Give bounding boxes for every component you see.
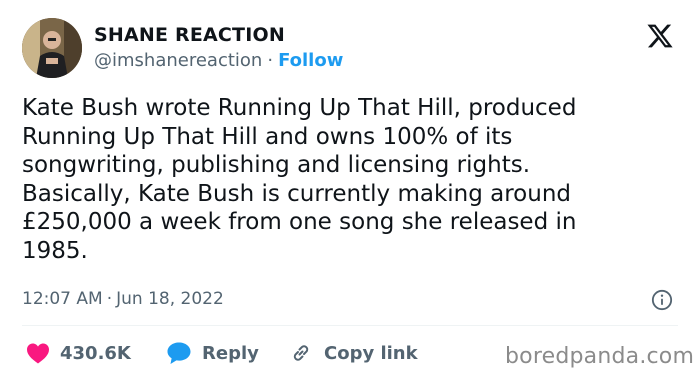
timestamp-separator: · [106,289,113,309]
watermark: boredpanda.com [505,344,695,369]
like-button[interactable]: 430.6K [26,340,131,366]
tweet-text: Kate Bush wrote Running Up That Hill, pr… [22,95,577,264]
author-handle[interactable]: @imshanereaction [94,50,262,71]
heart-icon [27,343,49,364]
tweet-date: Jun 18, 2022 [116,289,224,309]
avatar[interactable] [22,18,82,78]
info-icon[interactable] [651,289,673,311]
reply-button[interactable]: Reply [166,340,259,366]
like-count: 430.6K [60,342,131,364]
copy-link-label: Copy link [324,342,418,364]
copy-link-button[interactable]: Copy link [288,340,418,366]
speech-bubble-icon [167,342,191,364]
display-name[interactable]: SHANE REACTION [94,24,285,46]
tweet-card: SHANE REACTION @imshanereaction · Follow K… [0,0,700,380]
tweet-timestamp[interactable]: 12:07 AM · Jun 18, 2022 [22,289,224,309]
divider [22,325,678,326]
link-icon [293,345,309,361]
handle-separator: · [267,50,274,71]
avatar-photo [22,18,82,78]
tweet-time: 12:07 AM [22,289,103,309]
follow-button[interactable]: Follow [278,50,343,71]
handle-line: @imshanereaction · Follow [94,50,343,71]
x-logo-icon[interactable] [646,22,674,50]
reply-label: Reply [202,342,259,364]
